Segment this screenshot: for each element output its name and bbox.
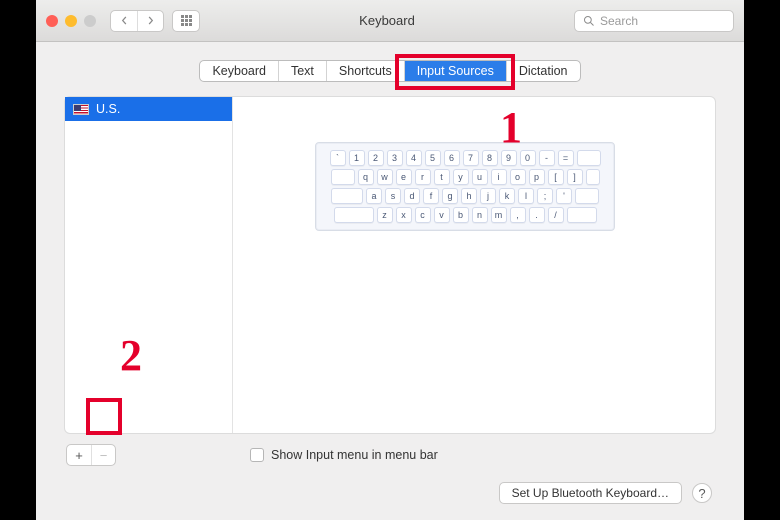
bluetooth-keyboard-button[interactable]: Set Up Bluetooth Keyboard… <box>499 482 682 504</box>
key: a <box>366 188 382 204</box>
window-title: Keyboard <box>208 13 566 28</box>
key: x <box>396 207 412 223</box>
key: v <box>434 207 450 223</box>
add-source-button[interactable]: + <box>67 445 91 465</box>
key: 4 <box>406 150 422 166</box>
help-button[interactable]: ? <box>692 483 712 503</box>
remove-source-button[interactable]: − <box>91 445 115 465</box>
bottom-bar: + − Show Input menu in menu bar <box>64 434 716 470</box>
search-field[interactable]: Search <box>574 10 734 32</box>
key: 8 <box>482 150 498 166</box>
key: ] <box>567 169 583 185</box>
key: m <box>491 207 507 223</box>
preview-pane: `1234567890-=..qwertyuiop[]..asdfghjkl;'… <box>233 97 715 433</box>
key: o <box>510 169 526 185</box>
key: 6 <box>444 150 460 166</box>
search-placeholder: Search <box>600 14 638 28</box>
key: p <box>529 169 545 185</box>
key: - <box>539 150 555 166</box>
key: 5 <box>425 150 441 166</box>
zoom-window-button[interactable] <box>84 15 96 27</box>
show-input-menu-option[interactable]: Show Input menu in menu bar <box>250 448 438 462</box>
traffic-lights <box>46 15 96 27</box>
key: n <box>472 207 488 223</box>
key: l <box>518 188 534 204</box>
key: r <box>415 169 431 185</box>
key: . <box>529 207 545 223</box>
add-remove-group: + − <box>66 444 116 466</box>
key: b <box>453 207 469 223</box>
preferences-window: Keyboard Search Keyboard Text Shortcuts … <box>36 0 744 520</box>
key: ` <box>330 150 346 166</box>
key: f <box>423 188 439 204</box>
key: q <box>358 169 374 185</box>
key: ' <box>556 188 572 204</box>
key: 3 <box>387 150 403 166</box>
forward-button[interactable] <box>137 11 163 31</box>
key: c <box>415 207 431 223</box>
tab-shortcuts[interactable]: Shortcuts <box>326 61 404 81</box>
grid-icon <box>181 15 192 26</box>
key: 2 <box>368 150 384 166</box>
tabs: Keyboard Text Shortcuts Input Sources Di… <box>199 60 580 82</box>
input-sources-list[interactable]: U.S. <box>65 97 233 433</box>
key: z <box>377 207 393 223</box>
search-icon <box>583 15 595 27</box>
key: 9 <box>501 150 517 166</box>
close-window-button[interactable] <box>46 15 58 27</box>
window-body: Keyboard Text Shortcuts Input Sources Di… <box>36 42 744 520</box>
key: , <box>510 207 526 223</box>
key: e <box>396 169 412 185</box>
back-button[interactable] <box>111 11 137 31</box>
key: j <box>480 188 496 204</box>
key: 7 <box>463 150 479 166</box>
key: = <box>558 150 574 166</box>
footer: Set Up Bluetooth Keyboard… ? <box>64 470 716 508</box>
key: s <box>385 188 401 204</box>
key: t <box>434 169 450 185</box>
key: i <box>491 169 507 185</box>
nav-back-forward <box>110 10 164 32</box>
key: u <box>472 169 488 185</box>
key: ; <box>537 188 553 204</box>
key: d <box>404 188 420 204</box>
key: / <box>548 207 564 223</box>
input-source-item-us[interactable]: U.S. <box>65 97 232 121</box>
tab-input-sources[interactable]: Input Sources <box>404 61 506 81</box>
us-flag-icon <box>73 104 89 115</box>
content-box: U.S. `1234567890-=..qwertyuiop[]..asdfgh… <box>64 96 716 434</box>
tab-text[interactable]: Text <box>278 61 326 81</box>
key: 0 <box>520 150 536 166</box>
checkbox-label: Show Input menu in menu bar <box>271 448 438 462</box>
key: [ <box>548 169 564 185</box>
keyboard-preview: `1234567890-=..qwertyuiop[]..asdfghjkl;'… <box>315 142 615 231</box>
tab-keyboard[interactable]: Keyboard <box>200 61 278 81</box>
key: y <box>453 169 469 185</box>
minimize-window-button[interactable] <box>65 15 77 27</box>
key: g <box>442 188 458 204</box>
tab-dictation[interactable]: Dictation <box>506 61 580 81</box>
show-all-button[interactable] <box>172 10 200 32</box>
checkbox-icon[interactable] <box>250 448 264 462</box>
key: w <box>377 169 393 185</box>
key: 1 <box>349 150 365 166</box>
tabbar: Keyboard Text Shortcuts Input Sources Di… <box>64 60 716 82</box>
titlebar: Keyboard Search <box>36 0 744 42</box>
chevron-left-icon <box>120 16 129 25</box>
input-source-label: U.S. <box>96 102 120 116</box>
chevron-right-icon <box>146 16 155 25</box>
key: k <box>499 188 515 204</box>
key: h <box>461 188 477 204</box>
